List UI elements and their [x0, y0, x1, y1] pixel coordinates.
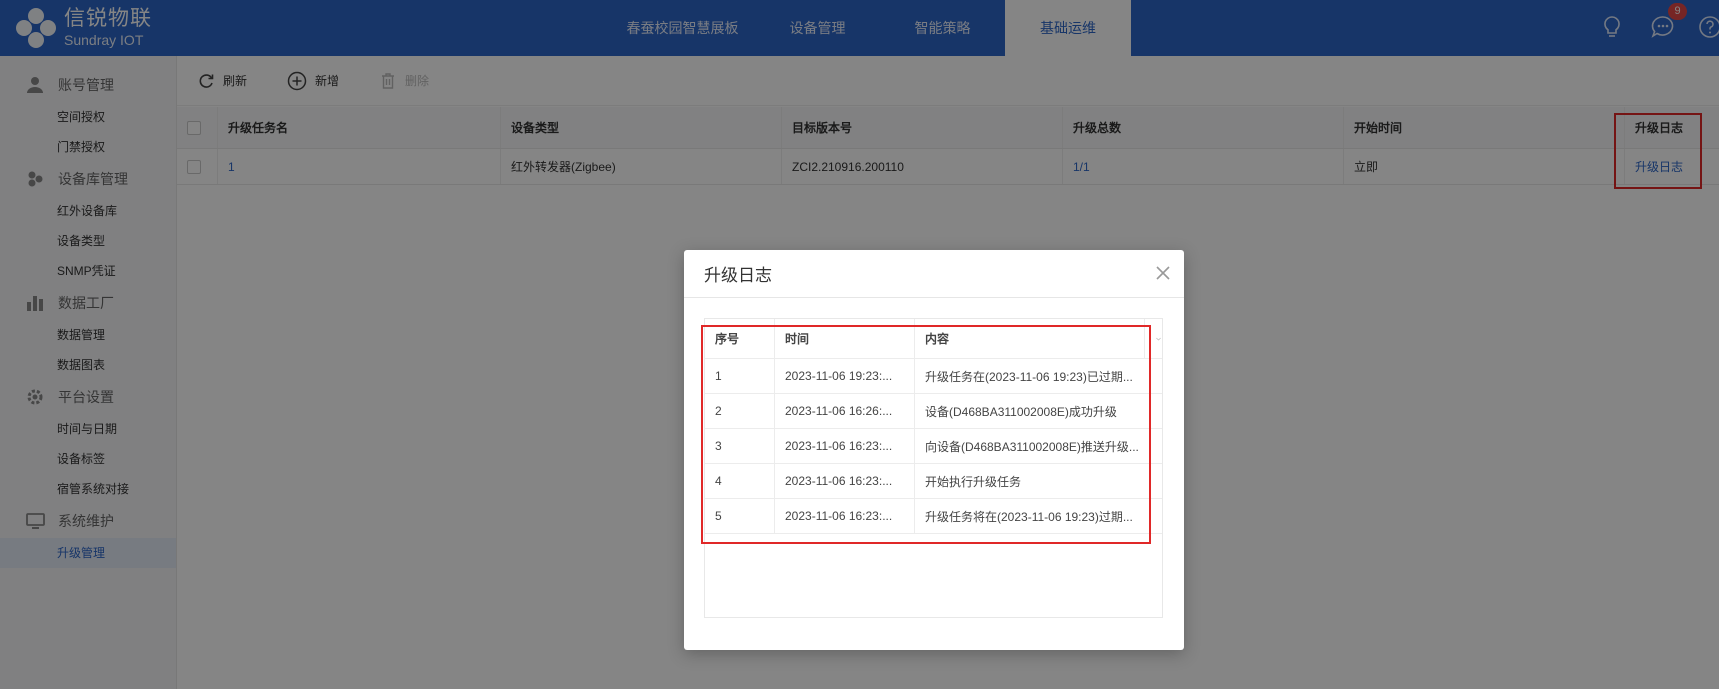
highlight-log-entries: [701, 325, 1151, 544]
dialog-title: 升级日志: [704, 266, 772, 285]
close-icon[interactable]: [1152, 262, 1174, 284]
chevron-down-icon[interactable]: [1155, 334, 1162, 344]
